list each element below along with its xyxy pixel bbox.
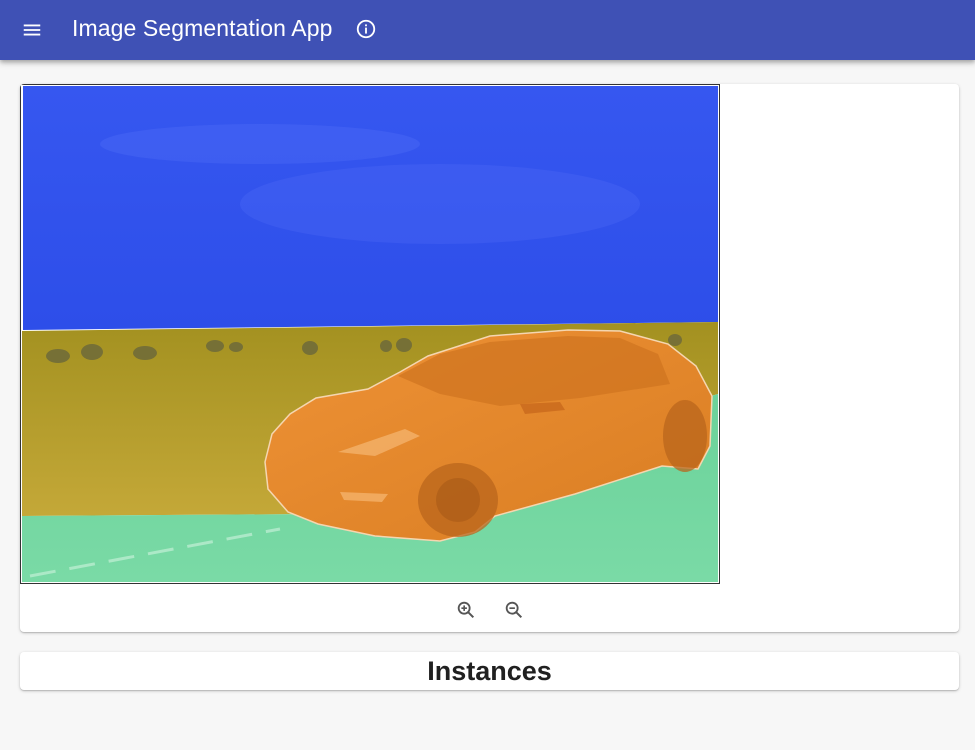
app-title: Image Segmentation App <box>72 15 333 41</box>
info-icon <box>356 19 376 39</box>
info-button[interactable] <box>352 15 380 43</box>
zoom-in-button[interactable] <box>452 596 480 624</box>
instances-panel: Instances <box>20 652 959 690</box>
segmentation-canvas[interactable] <box>20 84 720 584</box>
menu-button[interactable] <box>14 12 50 48</box>
segmentation-image <box>20 84 720 584</box>
zoom-out-icon <box>505 601 523 619</box>
instances-heading: Instances <box>427 655 552 686</box>
zoom-out-button[interactable] <box>500 596 528 624</box>
image-viewer-card <box>20 84 959 632</box>
app-bar: Image Segmentation App <box>0 0 975 60</box>
menu-icon <box>23 24 41 36</box>
zoom-in-icon <box>457 601 475 619</box>
